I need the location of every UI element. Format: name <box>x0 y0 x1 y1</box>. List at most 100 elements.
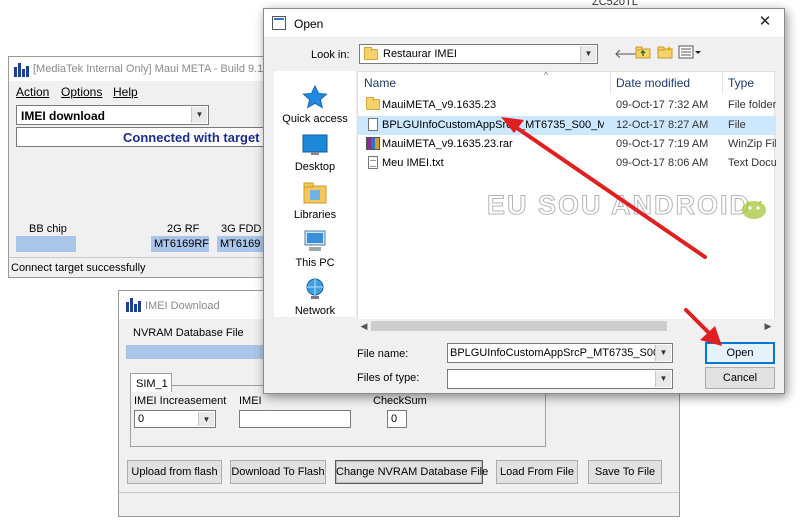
places-bar: Quick access Desktop Libraries This PC N… <box>274 71 356 317</box>
imei-status-bar <box>119 492 679 516</box>
view-menu-icon[interactable] <box>677 45 703 63</box>
load-from-file-button[interactable]: Load From File <box>496 460 578 484</box>
connection-status-box: Connected with target <box>16 127 276 147</box>
folder-icon <box>366 97 380 110</box>
tab-sim-1[interactable]: SIM_1 <box>130 373 172 392</box>
change-nvram-database-button[interactable]: Change NVRAM Database File <box>335 460 488 484</box>
back-arrow-icon[interactable]: 🡐 <box>614 45 649 63</box>
look-in-select[interactable]: Restaurar IMEI ▼ <box>359 44 598 64</box>
file-name: Meu IMEI.txt <box>382 157 444 169</box>
imei-window-title: IMEI Download <box>145 300 220 312</box>
file-date: 09-Oct-17 8:06 AM <box>616 157 709 169</box>
chip-value-3g-fdd: MT6169 <box>217 236 269 252</box>
look-in-label: Look in: <box>311 49 350 61</box>
file-row[interactable]: MauiMETA_v9.1635.23 09-Oct-17 7:32 AM Fi… <box>358 96 776 115</box>
imei-increase-value: 0 <box>138 413 145 425</box>
meta-app-icon <box>13 62 29 78</box>
column-date-header[interactable]: Date modified <box>616 76 690 90</box>
quick-access-star-icon <box>302 84 328 109</box>
imei-increase-label: IMEI Increasement <box>134 395 227 407</box>
tab-sim-1-label: SIM_1 <box>136 378 168 390</box>
place-desktop[interactable]: Desktop <box>274 133 356 173</box>
checksum-field[interactable]: 0 <box>387 410 407 428</box>
text-file-icon <box>368 156 378 169</box>
place-this-pc-label: This PC <box>295 257 335 269</box>
scroll-left-icon[interactable]: ◀ <box>357 319 371 333</box>
chip-value-bb <box>16 236 76 252</box>
mode-select-value: IMEI download <box>21 109 105 123</box>
meta-title-bar: [MediaTek Internal Only] Maui META - Bui… <box>9 57 269 81</box>
document-icon <box>368 118 378 131</box>
column-separator[interactable] <box>722 72 723 94</box>
up-folder-icon[interactable] <box>634 45 652 63</box>
scroll-right-icon[interactable]: ▶ <box>761 319 775 333</box>
place-desktop-label: Desktop <box>294 161 336 173</box>
meta-status-bar: Connect target successfully <box>9 257 269 277</box>
archive-icon <box>366 137 380 150</box>
connection-status-text: Connected with target <box>123 130 260 145</box>
sort-up-icon: ^ <box>544 70 549 80</box>
file-name-value: BPLGUInfoCustomAppSrcP_MT6735_S00_MO <box>450 347 655 359</box>
imei-label: IMEI <box>239 395 262 407</box>
file-row[interactable]: MauiMETA_v9.1635.23.rar 09-Oct-17 7:19 A… <box>358 135 776 154</box>
menu-help[interactable]: Help <box>113 85 138 99</box>
menu-action[interactable]: Action <box>16 85 49 99</box>
horizontal-scrollbar[interactable]: ◀ ▶ <box>357 319 775 333</box>
file-name: MauiMETA_v9.1635.23 <box>382 99 497 111</box>
save-to-file-button[interactable]: Save To File <box>588 460 662 484</box>
meta-menu-bar: Action Options Help <box>9 81 269 101</box>
place-network[interactable]: Network <box>274 277 356 317</box>
file-name-label: File name: <box>357 348 409 360</box>
chevron-down-icon[interactable]: ▼ <box>580 46 596 62</box>
chevron-down-icon[interactable]: ▼ <box>198 412 214 426</box>
open-title-bar: Open ✕ <box>264 9 784 37</box>
file-date: 12-Oct-17 8:27 AM <box>616 119 709 131</box>
file-type: Text Document <box>728 157 776 169</box>
place-libraries-label: Libraries <box>293 209 337 221</box>
chevron-down-icon[interactable]: ▼ <box>655 345 671 361</box>
chip-label-bb: BB chip <box>29 223 67 235</box>
place-this-pc[interactable]: This PC <box>274 229 356 269</box>
computer-icon <box>302 229 328 253</box>
watermark-text: EU SOU ANDROID <box>486 190 752 221</box>
nvram-database-field[interactable] <box>126 345 276 359</box>
open-button[interactable]: Open <box>705 342 775 364</box>
imei-input[interactable] <box>239 410 351 428</box>
nvram-database-label: NVRAM Database File <box>133 327 244 339</box>
file-type: File folder <box>728 99 776 111</box>
folder-icon <box>364 47 378 60</box>
chevron-down-icon[interactable]: ▼ <box>655 371 671 387</box>
desktop-icon <box>302 133 328 157</box>
close-icon[interactable]: ✕ <box>756 13 774 31</box>
background-device-text: ZC520TL <box>592 0 638 8</box>
imei-app-icon <box>125 297 141 313</box>
upload-from-flash-button[interactable]: Upload from flash <box>127 460 222 484</box>
file-type: File <box>728 119 746 131</box>
chevron-down-icon[interactable]: ▼ <box>191 107 207 123</box>
files-of-type-select[interactable]: ▼ <box>447 369 673 389</box>
file-name: BPLGUInfoCustomAppSrcP_MT6735_S00_M... <box>382 119 604 131</box>
open-dialog-title: Open <box>294 17 324 31</box>
column-name-header[interactable]: Name <box>364 76 396 90</box>
dialog-icon <box>272 16 286 30</box>
column-separator[interactable] <box>610 72 611 94</box>
file-date: 09-Oct-17 7:19 AM <box>616 138 709 150</box>
new-folder-icon[interactable] <box>656 45 674 63</box>
file-row-selected[interactable]: BPLGUInfoCustomAppSrcP_MT6735_S00_M... 1… <box>358 116 776 135</box>
place-libraries[interactable]: Libraries <box>274 181 356 221</box>
cancel-button[interactable]: Cancel <box>705 367 775 389</box>
place-quick-access[interactable]: Quick access <box>274 84 356 125</box>
file-row[interactable]: Meu IMEI.txt 09-Oct-17 8:06 AM Text Docu… <box>358 154 776 173</box>
files-of-type-label: Files of type: <box>357 372 420 384</box>
imei-increase-select[interactable]: 0 ▼ <box>134 410 216 428</box>
download-to-flash-button[interactable]: Download To Flash <box>230 460 326 484</box>
mode-select[interactable]: IMEI download ▼ <box>16 105 209 125</box>
libraries-icon <box>302 181 328 205</box>
checksum-label: CheckSum <box>373 395 427 407</box>
chip-value-2g-rf: MT6169RF <box>151 236 209 252</box>
scrollbar-thumb[interactable] <box>371 321 667 331</box>
file-name-input[interactable]: BPLGUInfoCustomAppSrcP_MT6735_S00_MO ▼ <box>447 343 673 363</box>
menu-options[interactable]: Options <box>61 85 102 99</box>
column-type-header[interactable]: Type <box>728 76 754 90</box>
file-date: 09-Oct-17 7:32 AM <box>616 99 709 111</box>
